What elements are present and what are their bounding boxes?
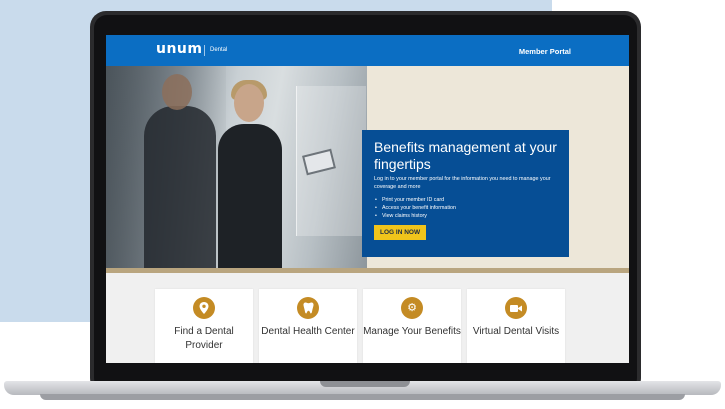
laptop-screen: unum Dental Member Portal Benefits manag… <box>106 35 629 363</box>
hero-bullet-item: View claims history <box>374 212 557 220</box>
photo-woman-figure <box>218 124 282 268</box>
card-dental-health-center[interactable]: Dental Health Center <box>259 289 357 363</box>
card-title: Find a Dental Provider <box>174 326 234 351</box>
hero-info-card: Benefits management at your fingertips L… <box>362 130 569 257</box>
card-manage-your-benefits[interactable]: ⚙ Manage Your Benefits <box>363 289 461 363</box>
photo-man-head <box>162 74 192 110</box>
laptop-base-shadow <box>40 394 685 400</box>
hero-banner: Benefits management at your fingertips L… <box>106 66 629 268</box>
hero-bullet-item: Print your member ID card <box>374 196 557 204</box>
log-in-now-button[interactable]: LOG IN NOW <box>374 225 427 240</box>
card-title: Dental Health Center <box>261 326 355 337</box>
site-header: unum Dental Member Portal <box>106 35 629 66</box>
marketing-stage: unum Dental Member Portal Benefits manag… <box>0 0 725 409</box>
tooth-icon <box>297 297 319 319</box>
hero-description: Log in to your member portal for the inf… <box>374 176 551 190</box>
hero-photo <box>106 66 367 268</box>
gear-icon: ⚙ <box>401 297 423 319</box>
card-virtual-dental-visits[interactable]: Virtual Dental Visits <box>467 289 565 363</box>
hero-title: Benefits management at your fingertips <box>374 139 557 172</box>
hero-bullet-item: Access your benefit information <box>374 204 557 212</box>
card-title: Virtual Dental Visits <box>472 326 560 337</box>
hero-bullet-list: Print your member ID card Access your be… <box>374 196 557 220</box>
laptop-notch <box>320 381 410 387</box>
photo-woman-head <box>234 84 264 122</box>
video-camera-icon <box>505 297 527 319</box>
card-find-dental-provider[interactable]: Find a Dental Provider <box>155 289 253 363</box>
logo-divider <box>204 45 205 56</box>
unum-logo[interactable]: unum <box>156 41 203 57</box>
photo-man-figure <box>144 106 216 268</box>
member-portal-link[interactable]: Member Portal <box>519 47 571 56</box>
logo-subtitle: Dental <box>210 47 228 53</box>
card-title: Manage Your Benefits <box>363 326 461 337</box>
location-pin-icon <box>193 297 215 319</box>
quick-links-section: Find a Dental Provider Dental Health Cen… <box>106 273 629 363</box>
